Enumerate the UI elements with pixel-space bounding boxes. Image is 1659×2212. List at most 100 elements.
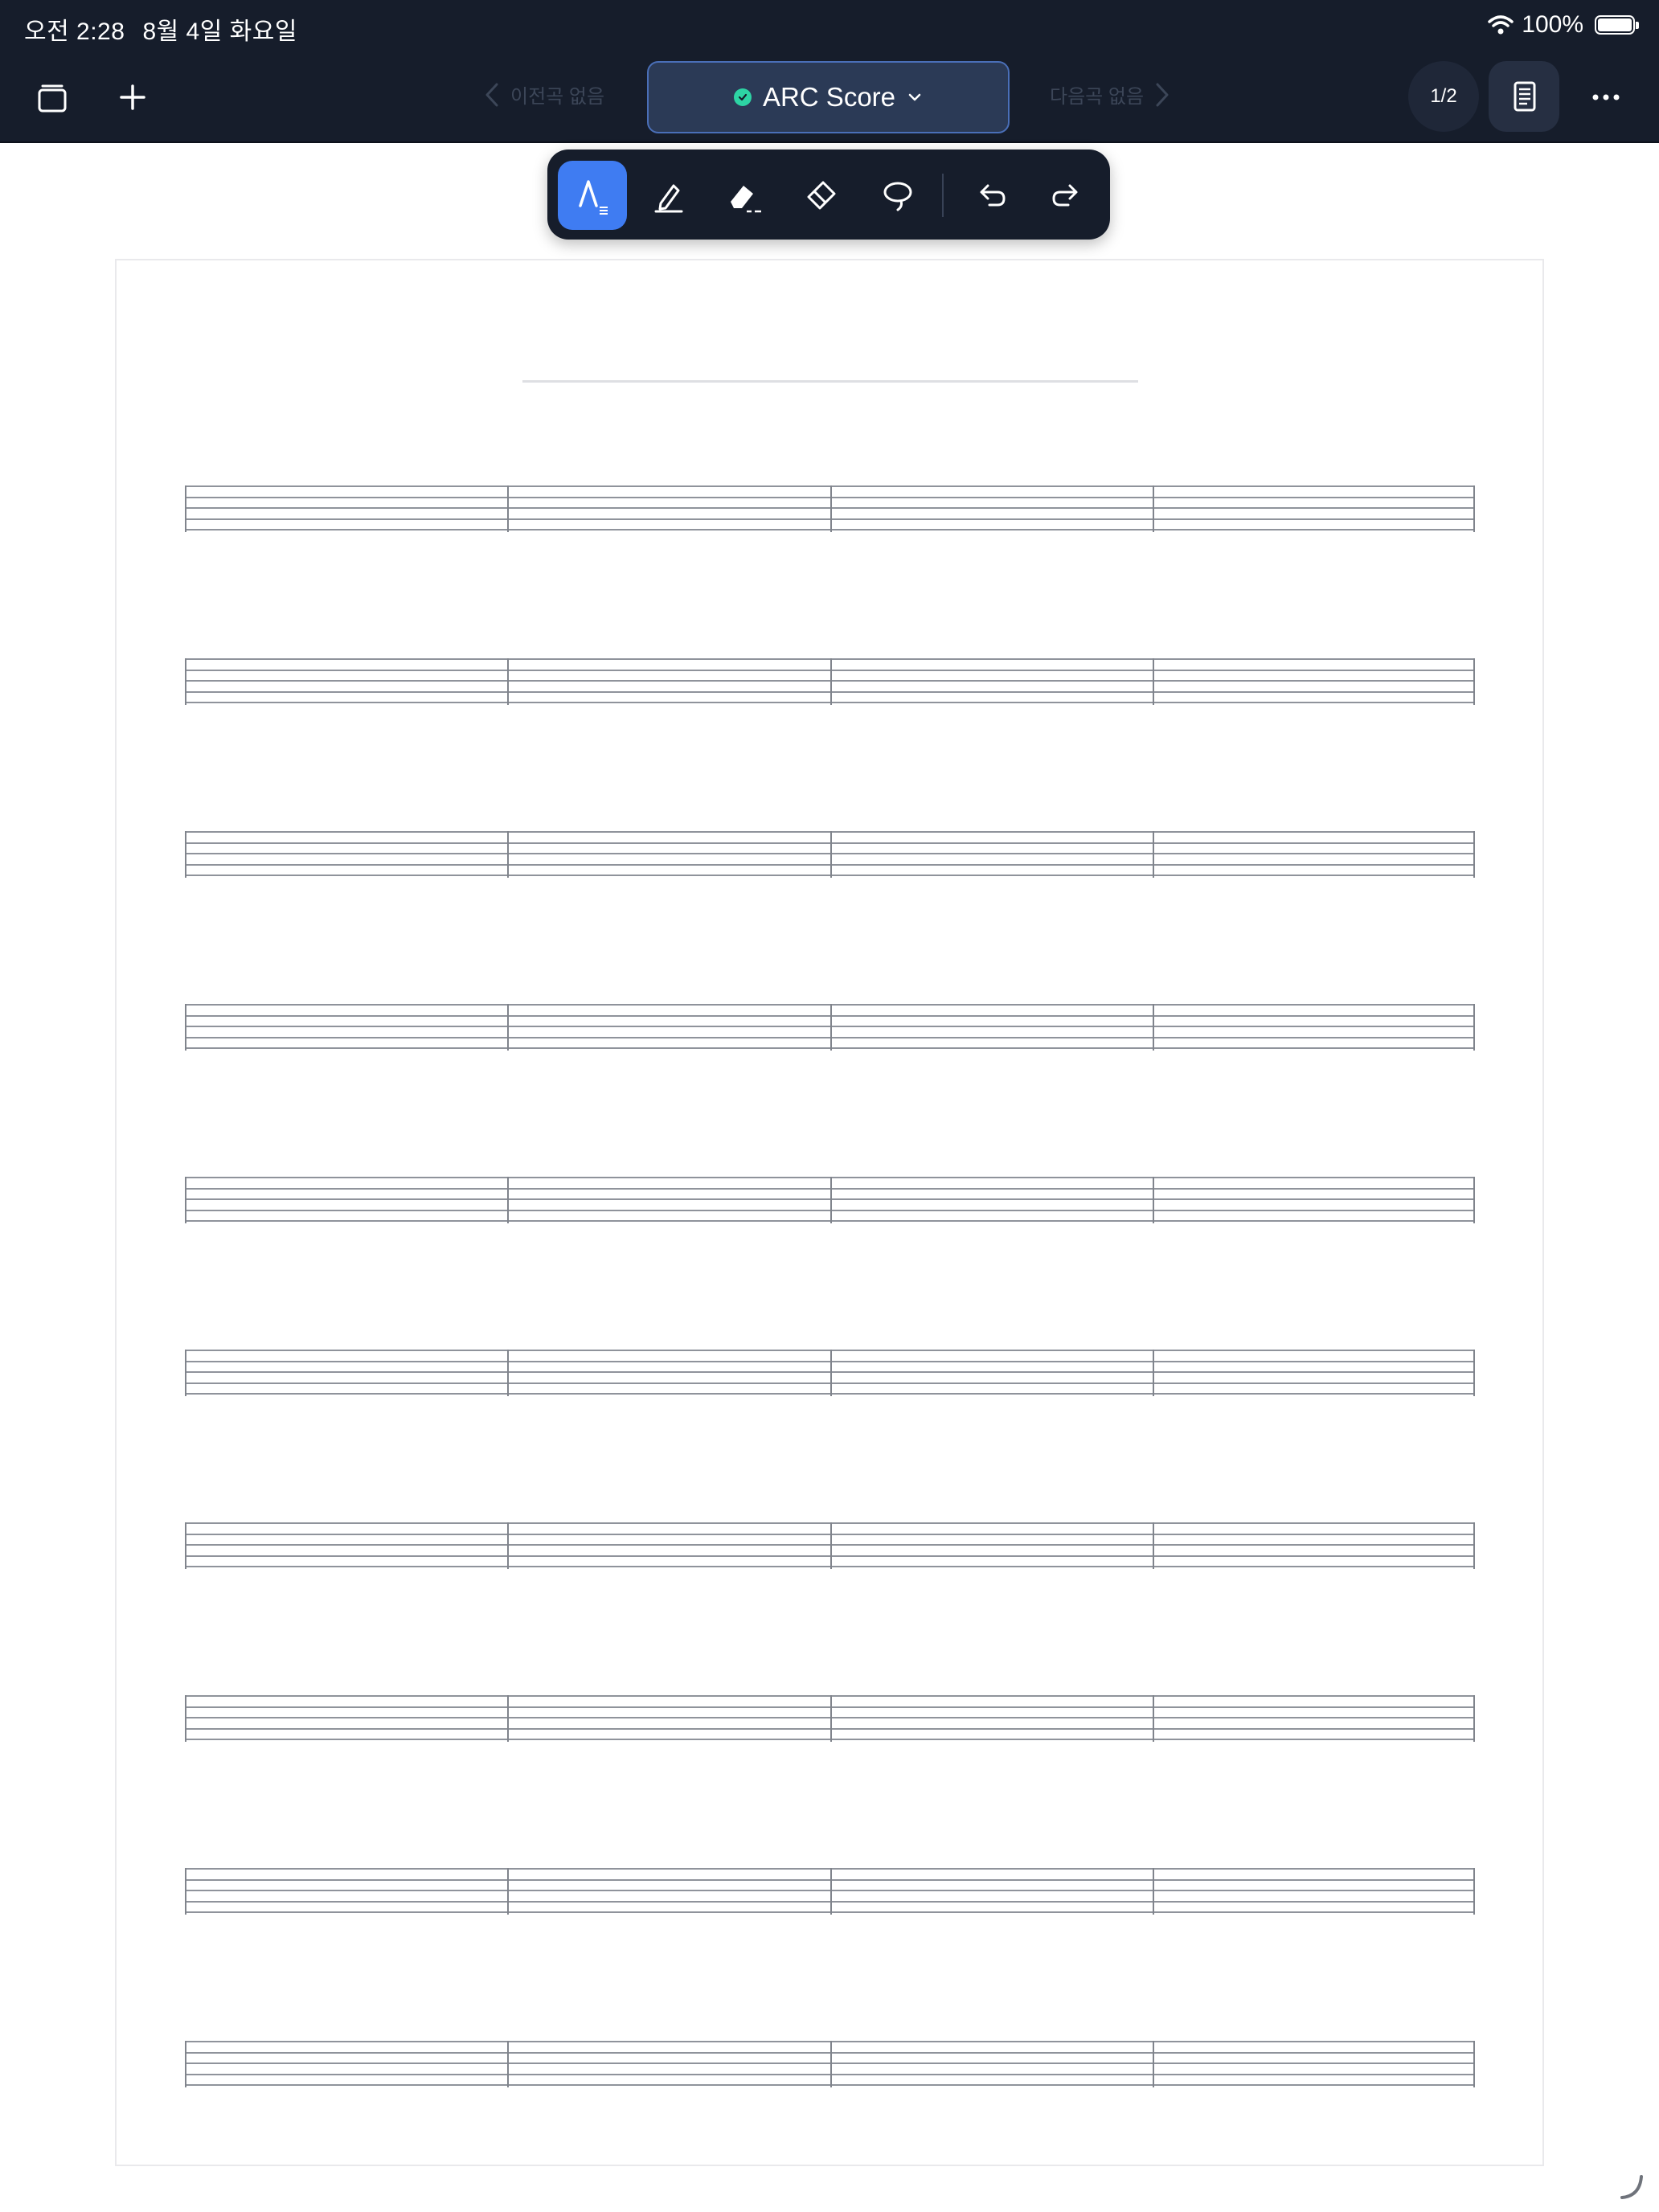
pen-tool-button[interactable]	[558, 161, 627, 230]
battery-icon	[1595, 15, 1639, 35]
barline	[507, 1350, 510, 1396]
barline	[830, 658, 832, 705]
barline	[830, 1868, 832, 1915]
staff-system[interactable]	[185, 831, 1475, 878]
barline	[830, 1350, 832, 1396]
barline	[830, 1177, 832, 1223]
undo-icon	[980, 184, 1006, 207]
staff-system[interactable]	[185, 1522, 1475, 1569]
barline	[507, 1868, 510, 1915]
barline	[1473, 658, 1475, 705]
sync-check-icon	[733, 88, 752, 106]
barline	[185, 1695, 186, 1742]
barline	[830, 1004, 832, 1051]
barline	[1473, 485, 1475, 532]
highlighter-icon	[654, 184, 683, 213]
barline	[1152, 1177, 1154, 1223]
barline	[1473, 1004, 1475, 1051]
redo-button[interactable]	[1032, 161, 1101, 230]
staff-system[interactable]	[185, 1350, 1475, 1396]
page-indicator-button[interactable]: 1/2	[1408, 61, 1479, 132]
barline	[1473, 1177, 1475, 1223]
barline	[1152, 831, 1154, 878]
barline	[1473, 831, 1475, 878]
score-editor-app: 오전 2:28 8월 4일 화요일 100% 이전곡 없음 ARC Score …	[0, 0, 1659, 2212]
barline	[1152, 485, 1154, 532]
document-icon	[1514, 81, 1536, 112]
previous-song-button[interactable]: 이전곡 없음	[485, 80, 604, 109]
barline	[185, 658, 186, 705]
ellipsis-icon[interactable]	[1585, 77, 1627, 117]
barline	[1473, 1868, 1475, 1915]
staff-system[interactable]	[185, 1868, 1475, 1915]
staff-system[interactable]	[185, 1695, 1475, 1742]
plus-icon[interactable]	[113, 77, 153, 117]
redo-icon	[1052, 184, 1078, 207]
staff-system[interactable]	[185, 1177, 1475, 1223]
barline	[185, 1522, 186, 1569]
barline	[1152, 1695, 1154, 1742]
barline	[507, 1004, 510, 1051]
fill-eraser-icon	[731, 186, 761, 213]
drawing-toolbar	[547, 150, 1110, 240]
staff-system[interactable]	[185, 1004, 1475, 1051]
status-date: 8월 4일 화요일	[142, 18, 297, 45]
chevron-down-icon	[908, 93, 921, 101]
barline	[507, 485, 510, 532]
barline	[1473, 1695, 1475, 1742]
status-time: 오전 2:28	[24, 18, 125, 45]
previous-song-label: 이전곡 없음	[510, 86, 605, 108]
barline	[1152, 658, 1154, 705]
title-placeholder-line	[522, 380, 1138, 383]
barline	[185, 1350, 186, 1396]
staff-system[interactable]	[185, 658, 1475, 705]
wifi-icon	[1488, 15, 1514, 35]
fill-eraser-tool-button[interactable]	[711, 161, 780, 230]
chevron-left-icon	[485, 83, 498, 106]
barline	[1152, 1522, 1154, 1569]
barline	[185, 1868, 186, 1915]
barline	[830, 1522, 832, 1569]
barline	[830, 485, 832, 532]
score-page[interactable]	[115, 259, 1544, 2166]
barline	[507, 1695, 510, 1742]
barline	[1473, 2041, 1475, 2087]
barline	[185, 2041, 186, 2087]
score-title: ARC Score	[762, 82, 896, 112]
barline	[507, 658, 510, 705]
barline	[830, 2041, 832, 2087]
eraser-icon	[807, 181, 836, 210]
eraser-tool-button[interactable]	[787, 161, 856, 230]
undo-button[interactable]	[956, 161, 1026, 230]
top-navigation-bar: 오전 2:28 8월 4일 화요일 100% 이전곡 없음 ARC Score …	[0, 0, 1659, 143]
layers-icon[interactable]	[31, 77, 74, 117]
barline	[1473, 1350, 1475, 1396]
barline	[1152, 2041, 1154, 2087]
barline	[1152, 1868, 1154, 1915]
status-bar-left: 오전 2:28 8월 4일 화요일	[24, 11, 315, 47]
barline	[830, 1695, 832, 1742]
next-song-label: 다음곡 없음	[1050, 86, 1145, 108]
next-song-button[interactable]: 다음곡 없음	[1050, 80, 1169, 109]
barline	[1473, 1522, 1475, 1569]
score-view-button[interactable]	[1489, 61, 1559, 132]
barline	[185, 485, 186, 532]
status-bar-right: 100%	[1488, 11, 1639, 39]
barline	[507, 1522, 510, 1569]
barline	[185, 831, 186, 878]
barline	[1152, 1350, 1154, 1396]
barline	[185, 1177, 186, 1223]
pen-icon	[579, 180, 608, 215]
staff-system[interactable]	[185, 2041, 1475, 2087]
battery-percentage: 100%	[1522, 11, 1583, 38]
toolbar-divider	[942, 174, 944, 217]
resize-handle-icon[interactable]	[1616, 2169, 1648, 2201]
barline	[830, 831, 832, 878]
lasso-icon	[883, 182, 912, 211]
lasso-tool-button[interactable]	[863, 161, 932, 230]
chevron-right-icon	[1156, 83, 1169, 106]
highlighter-tool-button[interactable]	[634, 161, 703, 230]
barline	[1152, 1004, 1154, 1051]
staff-system[interactable]	[185, 485, 1475, 532]
score-title-dropdown[interactable]: ARC Score	[647, 61, 1010, 133]
